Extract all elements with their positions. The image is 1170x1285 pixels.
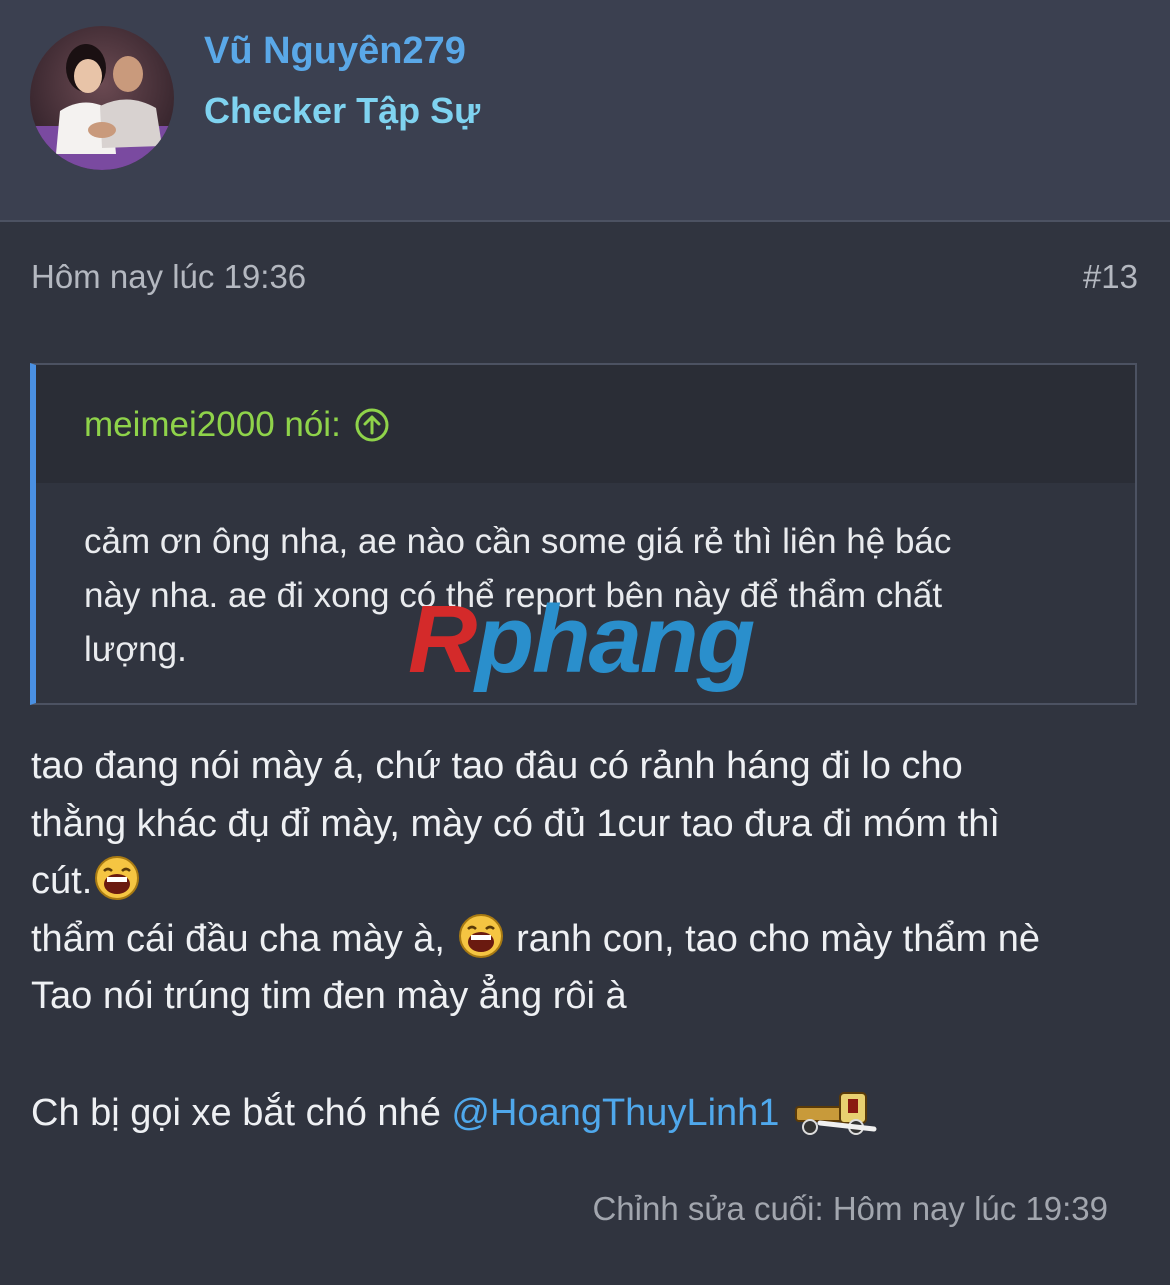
post-timestamp[interactable]: Hôm nay lúc 19:36 bbox=[31, 258, 306, 296]
quote-content: cảm ơn ông nha, ae nào cần some giá rẻ t… bbox=[84, 515, 1084, 677]
post-number[interactable]: #13 bbox=[1083, 258, 1138, 296]
user-header: Vũ Nguyên279 Checker Tập Sự bbox=[0, 0, 1170, 222]
message-line: Tao nói trúng tim đen mày ẳng rôi à bbox=[31, 975, 627, 1017]
quote-block: meimei2000 nói: cảm ơn ông nha, ae nào c… bbox=[30, 363, 1137, 705]
quote-header: meimei2000 nói: bbox=[36, 365, 1135, 483]
post-message: tao đang nói mày á, chứ tao đâu có rảnh … bbox=[31, 738, 1151, 1143]
user-title: Checker Tập Sự bbox=[204, 90, 481, 131]
dog-catcher-smilie-icon bbox=[790, 1083, 880, 1139]
message-line: thẩm cái đầu cha mày à, ranh con, tao ch… bbox=[31, 911, 1151, 969]
laughing-smilie-icon bbox=[456, 913, 506, 959]
user-mention-link[interactable]: @HoangThuyLinh1 bbox=[451, 1092, 779, 1134]
message-line: cút. bbox=[31, 853, 1151, 911]
arrow-up-circle-icon[interactable] bbox=[355, 408, 389, 442]
laughing-smilie-icon bbox=[92, 855, 142, 901]
quote-line: này nha. ae đi xong có thể report bên nà… bbox=[84, 576, 943, 615]
message-line: Ch bị gọi xe bắt chó nhé @HoangThuyLinh1 bbox=[31, 1083, 1151, 1143]
quote-line: lượng. bbox=[84, 630, 187, 669]
avatar[interactable] bbox=[30, 26, 174, 170]
message-line: tao đang nói mày á, chứ tao đâu có rảnh … bbox=[31, 745, 963, 787]
username[interactable]: Vũ Nguyên279 bbox=[204, 30, 466, 73]
message-line: thằng khác đụ đỉ mày, mày có đủ 1cur tao… bbox=[31, 802, 1000, 845]
quote-author[interactable]: meimei2000 nói: bbox=[84, 405, 389, 445]
quote-line: cảm ơn ông nha, ae nào cần some giá rẻ t… bbox=[84, 522, 952, 561]
avatar-image bbox=[30, 26, 174, 170]
quote-author-label[interactable]: meimei2000 nói: bbox=[84, 405, 341, 445]
last-edit-timestamp: Chỉnh sửa cuối: Hôm nay lúc 19:39 bbox=[592, 1190, 1108, 1227]
